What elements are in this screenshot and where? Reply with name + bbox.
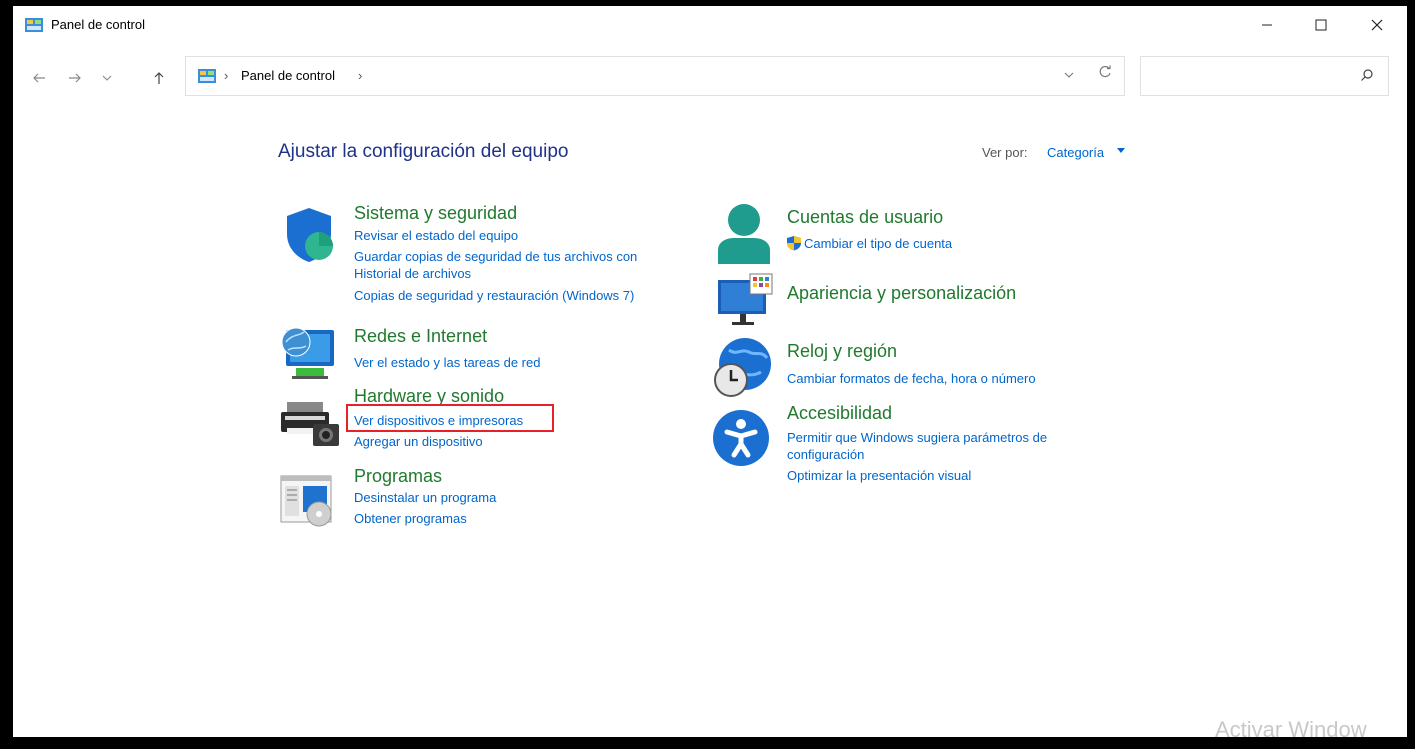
breadcrumb-control-panel[interactable]: Panel de control: [241, 68, 335, 83]
programs-icon[interactable]: [279, 474, 335, 528]
category-appearance-personalization[interactable]: Apariencia y personalización: [787, 283, 1016, 304]
maximize-icon: [1315, 19, 1327, 31]
view-by-label: Ver por:: [982, 145, 1028, 160]
link-backup-file-history[interactable]: Guardar copias de seguridad de tus archi…: [354, 248, 637, 265]
search-icon: [1361, 69, 1373, 81]
minimize-icon: [1262, 24, 1272, 26]
appearance-monitor-icon[interactable]: [716, 272, 776, 330]
link-backup-restore-win7[interactable]: Copias de seguridad y restauración (Wind…: [354, 287, 634, 304]
category-network-internet[interactable]: Redes e Internet: [354, 326, 487, 347]
forward-button[interactable]: [61, 56, 89, 100]
clock-region-icon[interactable]: [711, 336, 773, 398]
up-button[interactable]: [145, 56, 173, 100]
window-title: Panel de control: [51, 17, 145, 32]
maximize-button[interactable]: [1294, 6, 1348, 44]
link-add-device[interactable]: Agregar un dispositivo: [354, 433, 483, 450]
link-get-programs[interactable]: Obtener programas: [354, 510, 467, 527]
link-change-account-type[interactable]: Cambiar el tipo de cuenta: [804, 235, 952, 252]
highlight-box: [346, 404, 554, 432]
chevron-down-icon: [102, 75, 112, 81]
back-button[interactable]: [25, 56, 53, 100]
link-optimize-visual-display[interactable]: Optimizar la presentación visual: [787, 467, 971, 484]
link-windows-suggest-settings-cont[interactable]: configuración: [787, 446, 864, 463]
up-arrow-icon: [154, 72, 164, 84]
address-bar[interactable]: › Panel de control ›: [185, 56, 1125, 96]
address-dropdown-button[interactable]: [1064, 68, 1074, 82]
link-change-date-time-formats[interactable]: Cambiar formatos de fecha, hora o número: [787, 370, 1036, 387]
minimize-button[interactable]: [1240, 6, 1294, 44]
link-view-network-status[interactable]: Ver el estado y las tareas de red: [354, 354, 540, 371]
close-icon: [1371, 19, 1383, 31]
breadcrumb-separator-icon[interactable]: ›: [358, 68, 362, 83]
back-arrow-icon: [33, 73, 45, 83]
chevron-down-icon: [1064, 72, 1074, 78]
network-globe-icon[interactable]: [278, 324, 338, 380]
control-panel-icon: [198, 69, 216, 83]
close-button[interactable]: [1350, 6, 1404, 44]
accessibility-icon[interactable]: [711, 408, 771, 468]
activation-watermark: Activar Window: [1215, 717, 1367, 742]
control-panel-window: Panel de control › Panel de control › Aj…: [13, 6, 1407, 737]
caret-down-icon[interactable]: [1117, 148, 1125, 153]
link-windows-suggest-settings[interactable]: Permitir que Windows sugiera parámetros …: [787, 429, 1047, 446]
control-panel-icon: [25, 18, 43, 32]
page-title: Ajustar la configuración del equipo: [278, 141, 569, 162]
shield-icon[interactable]: [283, 206, 335, 264]
uac-shield-icon: [787, 236, 801, 251]
category-accessibility[interactable]: Accesibilidad: [787, 403, 892, 424]
refresh-button[interactable]: [1098, 65, 1112, 84]
navigation-bar: › Panel de control ›: [13, 56, 1407, 100]
title-bar: Panel de control: [13, 6, 1407, 44]
category-user-accounts[interactable]: Cuentas de usuario: [787, 207, 943, 228]
breadcrumb-separator-icon[interactable]: ›: [224, 68, 228, 83]
forward-arrow-icon: [69, 73, 81, 83]
link-review-computer-status[interactable]: Revisar el estado del equipo: [354, 227, 518, 244]
link-backup-file-history-cont[interactable]: Historial de archivos: [354, 265, 471, 282]
user-account-icon[interactable]: [716, 202, 772, 264]
category-system-security[interactable]: Sistema y seguridad: [354, 203, 517, 224]
recent-locations-button[interactable]: [93, 56, 121, 100]
search-input[interactable]: [1140, 56, 1389, 96]
view-by-dropdown[interactable]: Categoría: [1047, 145, 1104, 160]
category-clock-region[interactable]: Reloj y región: [787, 341, 897, 362]
refresh-icon: [1099, 65, 1111, 78]
category-programs[interactable]: Programas: [354, 466, 442, 487]
link-uninstall-program[interactable]: Desinstalar un programa: [354, 489, 496, 506]
printer-camera-icon[interactable]: [281, 398, 341, 448]
